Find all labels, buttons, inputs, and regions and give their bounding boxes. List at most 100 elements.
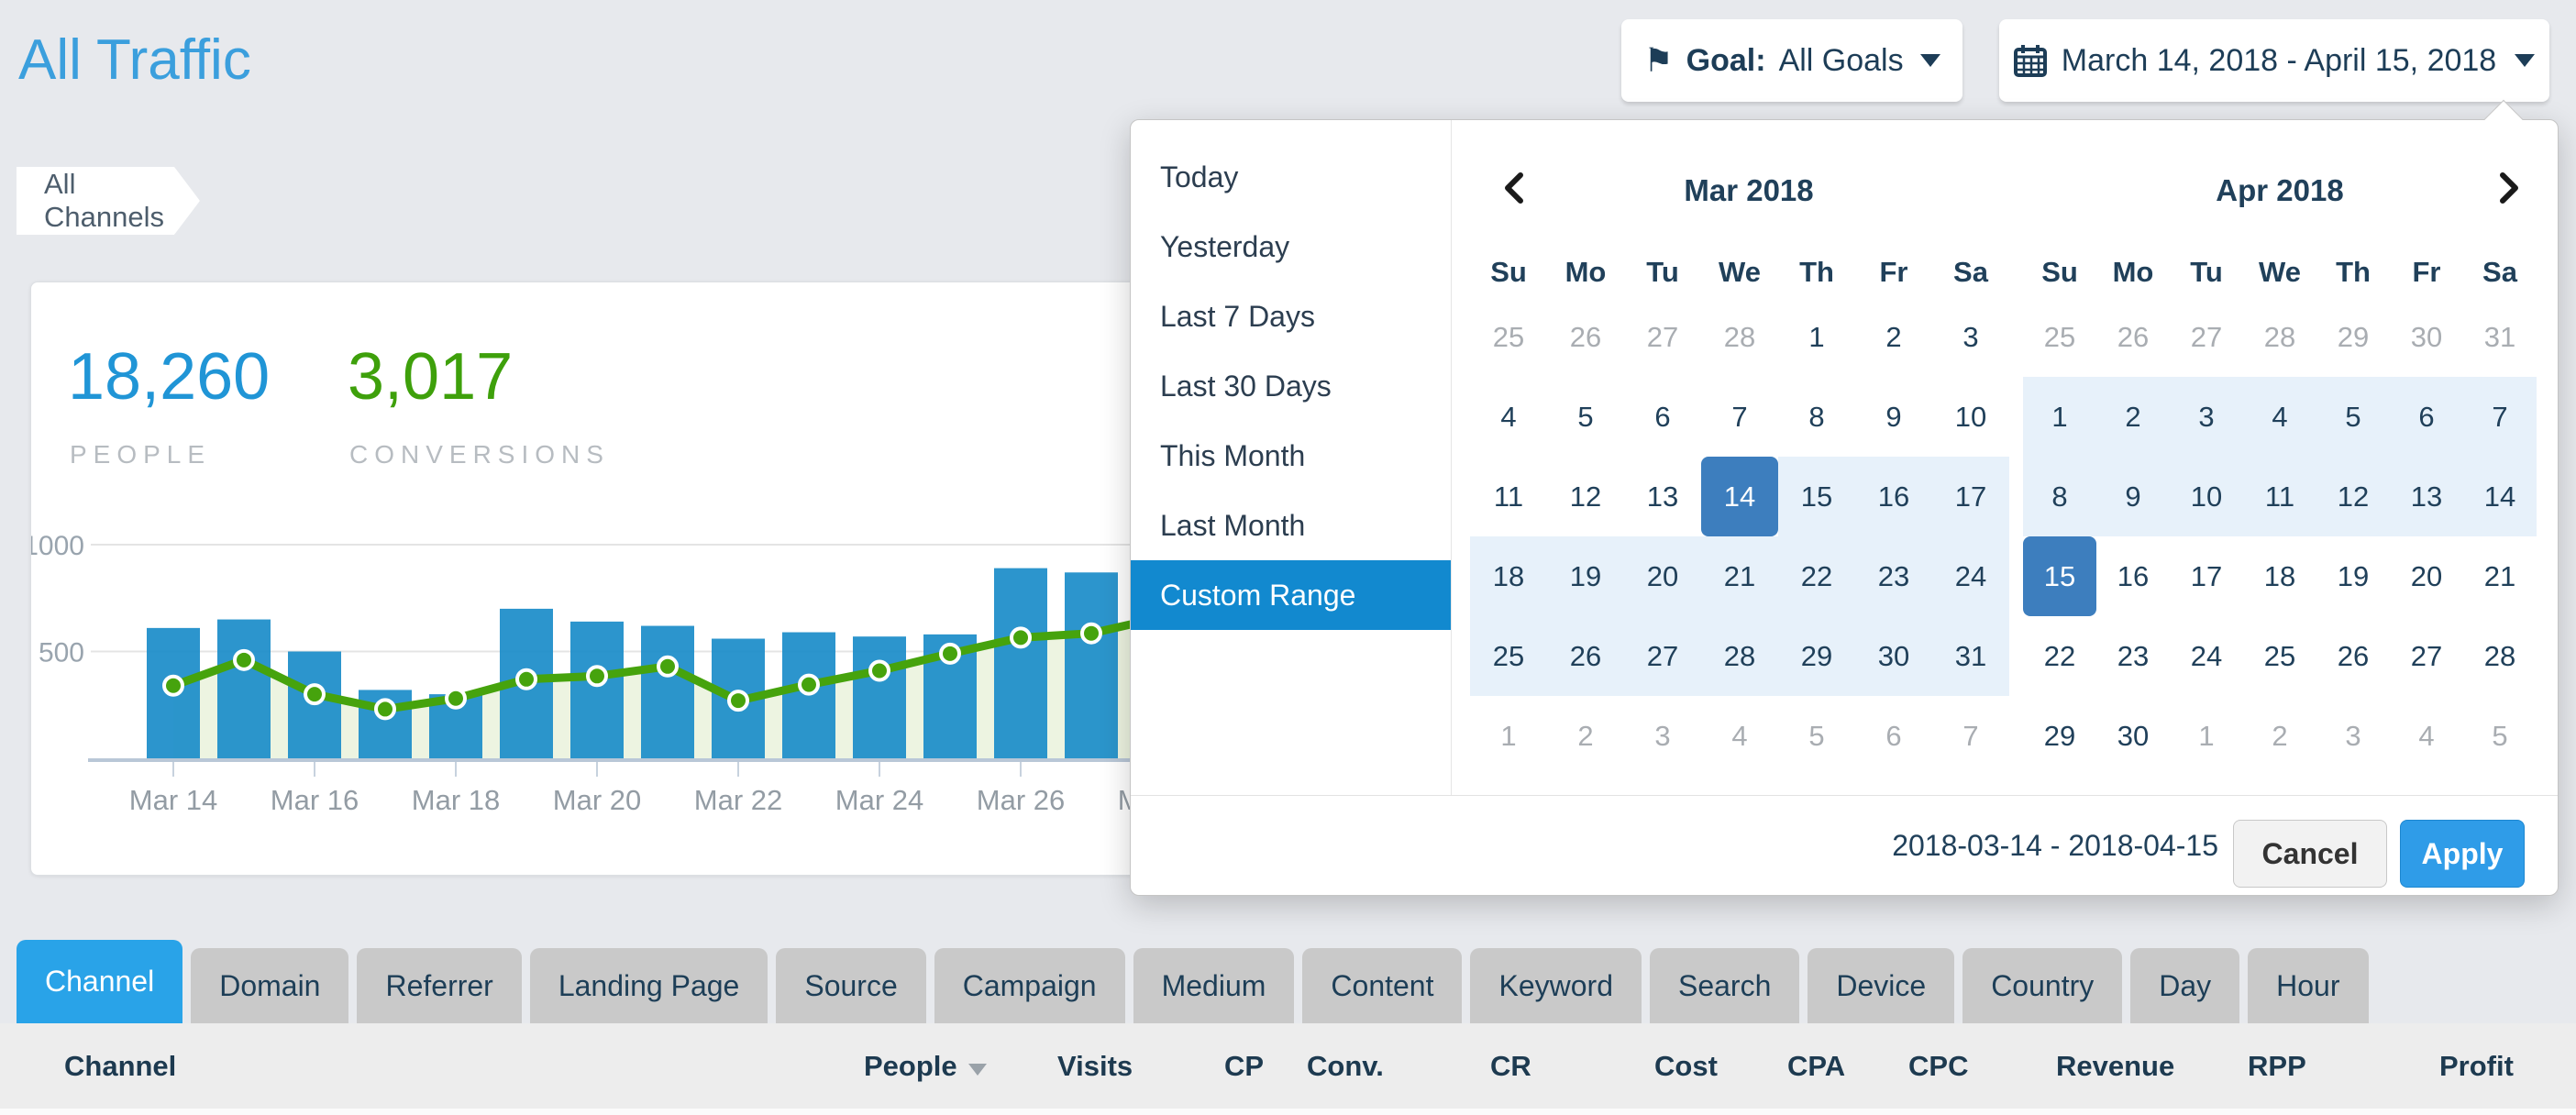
calendar-day[interactable]: 11 <box>1470 457 1547 536</box>
column-header-people[interactable]: People <box>864 1050 987 1083</box>
apply-button[interactable]: Apply <box>2400 820 2525 888</box>
calendar-day[interactable]: 25 <box>2243 616 2316 696</box>
calendar-day[interactable]: 12 <box>1547 457 1624 536</box>
calendar-day[interactable]: 18 <box>1470 536 1547 616</box>
calendar-day[interactable]: 2 <box>1855 297 1932 377</box>
calendar-day[interactable]: 11 <box>2243 457 2316 536</box>
calendar-day[interactable]: 26 <box>1547 616 1624 696</box>
goal-dropdown-button[interactable]: ⚑ Goal: All Goals <box>1621 19 1962 102</box>
calendar-day[interactable]: 19 <box>2316 536 2390 616</box>
calendar-day[interactable]: 19 <box>1547 536 1624 616</box>
column-header-cpc[interactable]: CPC <box>1908 1050 1968 1083</box>
column-header-revenue[interactable]: Revenue <box>2056 1050 2174 1083</box>
calendar-day[interactable]: 3 <box>1624 696 1701 776</box>
calendar-day[interactable]: 29 <box>2316 297 2390 377</box>
calendar-day[interactable]: 28 <box>2463 616 2537 696</box>
preset-last-month[interactable]: Last Month <box>1131 491 1451 560</box>
tab-source[interactable]: Source <box>776 948 925 1023</box>
calendar-day[interactable]: 20 <box>1624 536 1701 616</box>
calendar-day[interactable]: 24 <box>2170 616 2243 696</box>
calendar-day[interactable]: 27 <box>1624 616 1701 696</box>
tab-channel[interactable]: Channel <box>17 940 182 1023</box>
calendar-day[interactable]: 9 <box>2096 457 2170 536</box>
tab-referrer[interactable]: Referrer <box>357 948 521 1023</box>
calendar-day[interactable]: 7 <box>1932 696 2009 776</box>
calendar-day[interactable]: 5 <box>1778 696 1855 776</box>
calendar-day[interactable]: 24 <box>1932 536 2009 616</box>
calendar-day[interactable]: 6 <box>1624 377 1701 457</box>
calendar-day[interactable]: 15 <box>1778 457 1855 536</box>
calendar-day[interactable]: 2 <box>1547 696 1624 776</box>
calendar-day[interactable]: 2 <box>2243 696 2316 776</box>
calendar-day[interactable]: 16 <box>2096 536 2170 616</box>
calendar-day[interactable]: 25 <box>1470 616 1547 696</box>
calendar-day[interactable]: 1 <box>1470 696 1547 776</box>
tab-keyword[interactable]: Keyword <box>1470 948 1642 1023</box>
calendar-day[interactable]: 5 <box>2316 377 2390 457</box>
calendar-day[interactable]: 20 <box>2390 536 2463 616</box>
calendar-day[interactable]: 28 <box>2243 297 2316 377</box>
calendar-day[interactable]: 4 <box>1701 696 1778 776</box>
calendar-day[interactable]: 23 <box>1855 536 1932 616</box>
calendar-day[interactable]: 4 <box>1470 377 1547 457</box>
column-header-cost[interactable]: Cost <box>1654 1050 1718 1083</box>
tab-campaign[interactable]: Campaign <box>934 948 1125 1023</box>
tab-country[interactable]: Country <box>1962 948 2122 1023</box>
tab-medium[interactable]: Medium <box>1133 948 1295 1023</box>
calendar-day[interactable]: 1 <box>2023 377 2096 457</box>
calendar-day[interactable]: 29 <box>2023 696 2096 776</box>
preset-this-month[interactable]: This Month <box>1131 421 1451 491</box>
calendar-day[interactable]: 22 <box>2023 616 2096 696</box>
calendar-day[interactable]: 22 <box>1778 536 1855 616</box>
column-header-rpp[interactable]: RPP <box>2248 1050 2306 1083</box>
calendar-day[interactable]: 27 <box>2390 616 2463 696</box>
date-range-dropdown-button[interactable]: March 14, 2018 - April 15, 2018 <box>1999 19 2549 102</box>
calendar-day[interactable]: 31 <box>2463 297 2537 377</box>
calendar-day[interactable]: 25 <box>2023 297 2096 377</box>
preset-last-7-days[interactable]: Last 7 Days <box>1131 282 1451 351</box>
column-header-cpa[interactable]: CPA <box>1787 1050 1845 1083</box>
calendar-day[interactable]: 1 <box>2170 696 2243 776</box>
calendar-day[interactable]: 27 <box>1624 297 1701 377</box>
calendar-day[interactable]: 26 <box>1547 297 1624 377</box>
column-header-channel[interactable]: Channel <box>64 1050 176 1083</box>
calendar-day[interactable]: 8 <box>1778 377 1855 457</box>
tab-device[interactable]: Device <box>1808 948 1954 1023</box>
calendar-day[interactable]: 1 <box>1778 297 1855 377</box>
calendar-day[interactable]: 3 <box>2170 377 2243 457</box>
tab-search[interactable]: Search <box>1650 948 1799 1023</box>
column-header-cr[interactable]: CR <box>1490 1050 1531 1083</box>
preset-custom-range[interactable]: Custom Range <box>1131 560 1451 630</box>
calendar-day[interactable]: 17 <box>1932 457 2009 536</box>
calendar-day[interactable]: 12 <box>2316 457 2390 536</box>
calendar-day[interactable]: 7 <box>2463 377 2537 457</box>
calendar-day[interactable]: 25 <box>1470 297 1547 377</box>
calendar-day[interactable]: 16 <box>1855 457 1932 536</box>
preset-yesterday[interactable]: Yesterday <box>1131 212 1451 282</box>
calendar-day[interactable]: 29 <box>1778 616 1855 696</box>
calendar-day[interactable]: 18 <box>2243 536 2316 616</box>
tab-domain[interactable]: Domain <box>191 948 348 1023</box>
calendar-day[interactable]: 17 <box>2170 536 2243 616</box>
calendar-day[interactable]: 27 <box>2170 297 2243 377</box>
calendar-day[interactable]: 30 <box>2390 297 2463 377</box>
calendar-day[interactable]: 23 <box>2096 616 2170 696</box>
calendar-day[interactable]: 28 <box>1701 297 1778 377</box>
calendar-day[interactable]: 5 <box>2463 696 2537 776</box>
calendar-day[interactable]: 3 <box>1932 297 2009 377</box>
column-header-profit[interactable]: Profit <box>2439 1050 2514 1083</box>
calendar-day[interactable]: 5 <box>1547 377 1624 457</box>
calendar-day[interactable]: 31 <box>1932 616 2009 696</box>
calendar-day[interactable]: 3 <box>2316 696 2390 776</box>
tab-landing-page[interactable]: Landing Page <box>530 948 768 1023</box>
calendar-day[interactable]: 13 <box>1624 457 1701 536</box>
column-header-cp[interactable]: CP <box>1224 1050 1264 1083</box>
column-header-visits[interactable]: Visits <box>1057 1050 1133 1083</box>
calendar-day[interactable]: 4 <box>2243 377 2316 457</box>
column-header-conv[interactable]: Conv. <box>1307 1050 1384 1083</box>
calendar-day[interactable]: 10 <box>1932 377 2009 457</box>
calendar-day[interactable]: 14 <box>2463 457 2537 536</box>
calendar-day[interactable]: 21 <box>1701 536 1778 616</box>
calendar-day[interactable]: 28 <box>1701 616 1778 696</box>
calendar-day[interactable]: 13 <box>2390 457 2463 536</box>
